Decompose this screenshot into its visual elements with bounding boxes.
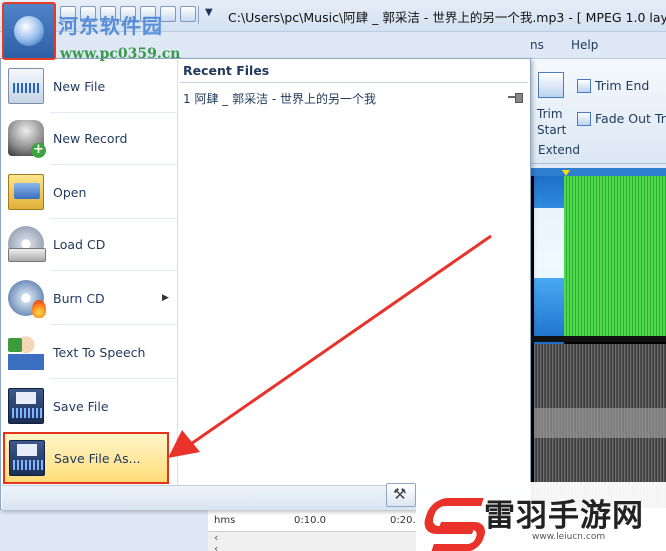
extend-button[interactable]: Extend: [538, 143, 580, 157]
application-menu: New File New Record Open Load CD Burn CD…: [0, 58, 531, 510]
menu-item-save-file-as[interactable]: Save File As...: [3, 432, 169, 484]
menu-item-label: Save File: [53, 398, 109, 414]
timeline-tick: 0:10.0: [294, 515, 326, 526]
burn-cd-icon: [8, 280, 46, 318]
playhead-marker-icon[interactable]: [562, 170, 570, 176]
trim-end-icon: [577, 78, 591, 93]
tab-options-partial[interactable]: ns: [530, 38, 544, 52]
menu-item-label: Open: [53, 184, 87, 200]
submenu-arrow-icon: ▶: [162, 293, 169, 303]
menu-item-label: Load CD: [53, 236, 106, 252]
menu-separator: [50, 164, 178, 165]
tab-help[interactable]: Help: [571, 38, 598, 52]
waveform-view[interactable]: [530, 168, 666, 510]
timeline-unit: hms: [214, 515, 236, 526]
save-file-as-icon: [9, 440, 45, 476]
site-logo: 雷羽手游网 www.leiucn.com: [416, 482, 666, 551]
recent-file-item[interactable]: 1 阿肆 _ 郭采洁 - 世界上的另一个我: [183, 90, 376, 107]
waveform-selection-highlight: [534, 208, 564, 278]
logo-url: www.leiucn.com: [532, 532, 606, 542]
menu-item-open[interactable]: Open: [2, 166, 178, 218]
qat-record-icon[interactable]: [180, 6, 196, 22]
scroll-left-icon[interactable]: ‹: [214, 542, 218, 551]
fade-out-label: Fade Out Tr: [595, 111, 666, 126]
waveform-left-channel: [564, 176, 666, 336]
recent-files-divider: [180, 82, 528, 83]
application-menu-commands: New File New Record Open Load CD Burn CD…: [2, 60, 178, 485]
menu-item-label: Save File As...: [54, 450, 141, 466]
recent-files-heading: Recent Files: [183, 63, 270, 78]
menu-item-label: New Record: [53, 130, 128, 146]
waveform-overview-strip: [530, 168, 666, 176]
logo-text: 雷羽手游网: [484, 498, 644, 534]
menu-item-label: New File: [53, 78, 106, 94]
watermark-text: 河东软件园: [58, 14, 163, 38]
menu-item-load-cd[interactable]: Load CD: [2, 218, 178, 270]
waveform-right-channel-peak: [534, 408, 666, 438]
fade-out-icon: [577, 111, 591, 126]
window-title: C:\Users\pc\Music\阿肆 _ 郭采洁 - 世界上的另一个我.mp…: [228, 10, 666, 25]
menu-item-new-file[interactable]: New File: [2, 60, 178, 112]
menu-item-label: Burn CD: [53, 290, 105, 306]
qat-customize-dropdown-icon[interactable]: ▼: [205, 7, 213, 18]
fade-out-button[interactable]: Fade Out Tr: [577, 111, 666, 126]
menu-item-label: Text To Speech: [53, 344, 146, 360]
save-file-icon: [8, 388, 44, 424]
qat-separator: [198, 6, 199, 24]
menu-item-text-to-speech[interactable]: Text To Speech: [2, 326, 178, 378]
pin-icon[interactable]: [508, 92, 523, 103]
options-button[interactable]: [386, 483, 416, 507]
menu-separator: [50, 378, 178, 379]
open-icon: [8, 174, 44, 210]
application-button[interactable]: [2, 2, 56, 60]
trim-start-button[interactable]: Trim Start: [537, 106, 571, 138]
menu-separator: [50, 324, 178, 325]
trim-end-button[interactable]: Trim End: [577, 78, 649, 93]
text-to-speech-icon: [8, 334, 44, 370]
load-cd-icon: [8, 226, 46, 262]
trim-end-label: Trim End: [595, 78, 650, 93]
new-record-icon: [8, 120, 46, 158]
channel-divider: [530, 336, 666, 342]
menu-item-burn-cd[interactable]: Burn CD ▶: [2, 272, 178, 324]
menu-separator: [50, 270, 178, 271]
logo-mark-icon: [422, 490, 480, 544]
menu-item-save-file[interactable]: Save File: [2, 380, 178, 432]
new-file-icon: [8, 68, 44, 104]
watermark-url: www.pc0359.cn: [60, 46, 181, 62]
menu-item-new-record[interactable]: New Record: [2, 112, 178, 164]
trim-start-icon[interactable]: [538, 72, 564, 98]
app-logo-icon: [14, 16, 44, 46]
